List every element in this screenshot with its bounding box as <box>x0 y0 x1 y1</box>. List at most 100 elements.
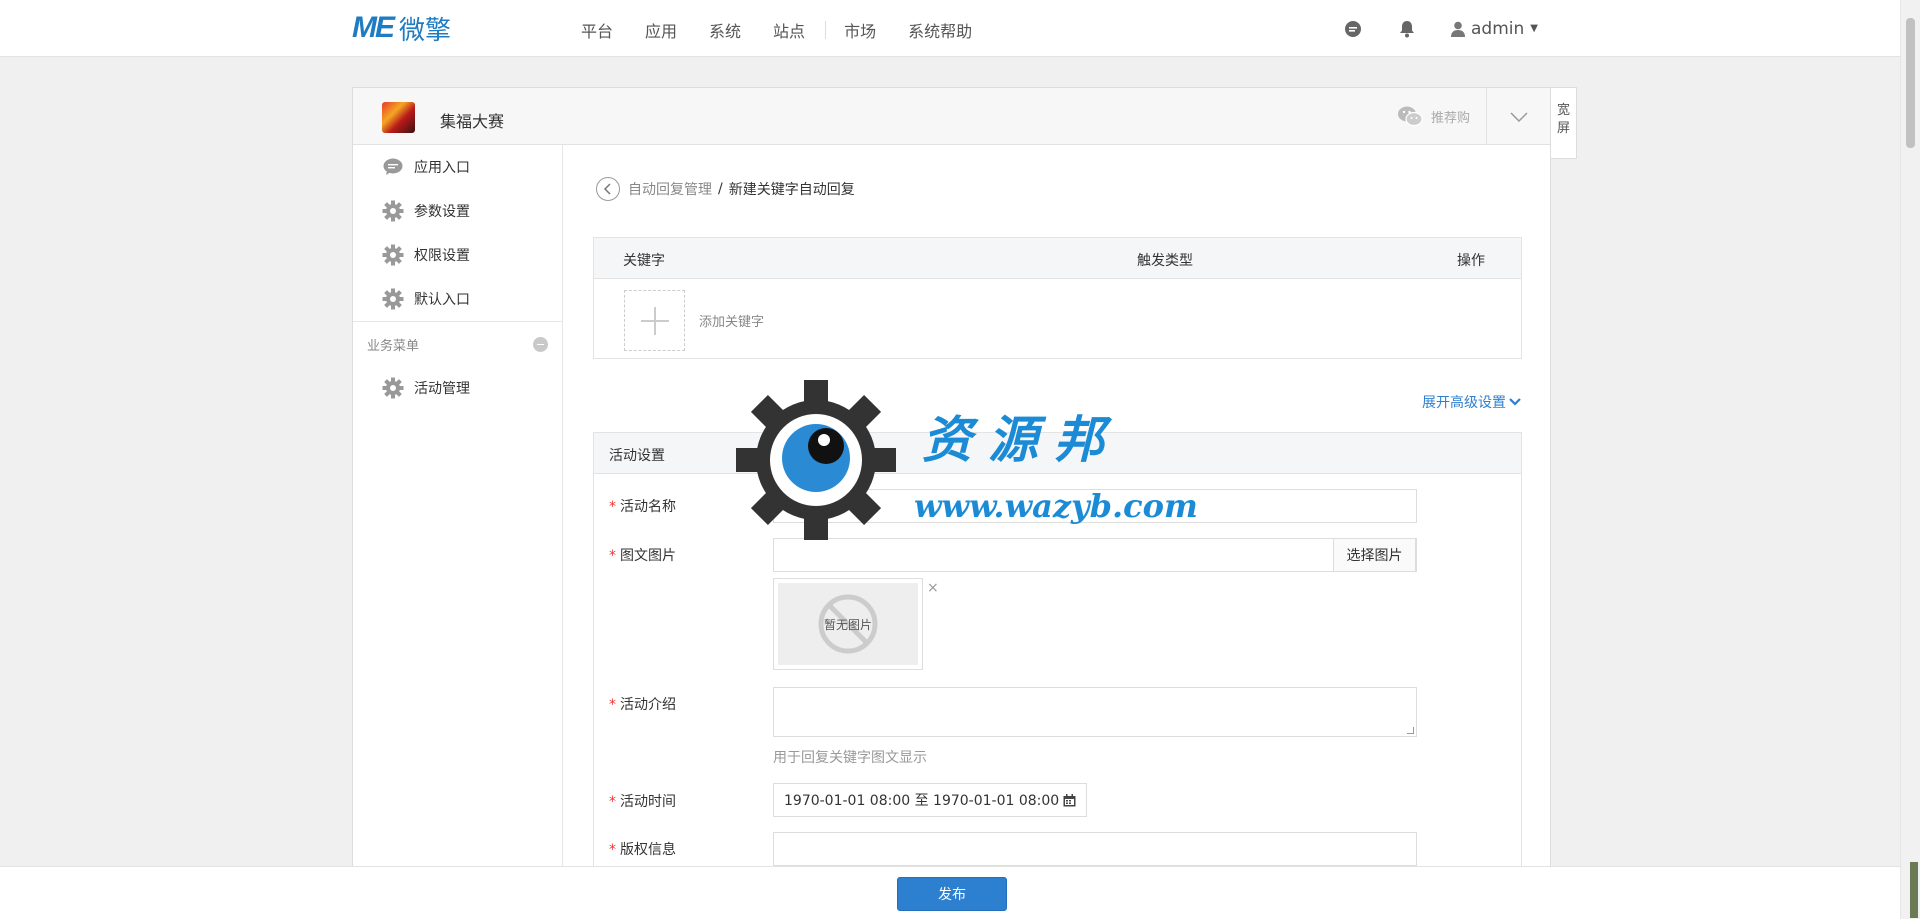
nav-divider <box>825 21 827 39</box>
advanced-settings-label: 展开高级设置 <box>1422 395 1506 411</box>
breadcrumb-separator: / <box>718 181 723 197</box>
main-nav: 平台 应用 系统 站点 市场 系统帮助 <box>581 18 1004 42</box>
sidebar-item-default-entry[interactable]: 默认入口 <box>353 277 562 321</box>
top-navbar: ME 微擎 平台 应用 系统 站点 市场 系统帮助 admin ▼ <box>0 0 1900 57</box>
no-image-text: 暂无图片 <box>823 617 872 632</box>
activity-name-label: * 活动名称 <box>609 496 676 516</box>
sidebar-group-label: 业务菜单 <box>367 338 420 354</box>
nav-system[interactable]: 系统 <box>709 18 741 42</box>
label-text: 活动名称 <box>620 499 676 515</box>
column-keyword: 关键字 <box>623 253 665 269</box>
advanced-settings-toggle[interactable]: 展开高级设置 <box>1422 392 1521 412</box>
gear-icon <box>382 200 404 222</box>
nav-platform[interactable]: 平台 <box>581 18 613 42</box>
message-icon[interactable] <box>1343 19 1363 39</box>
gear-icon <box>382 377 404 399</box>
add-keyword-label[interactable]: 添加关键字 <box>699 311 764 330</box>
label-text: 版权信息 <box>620 842 676 858</box>
nav-market[interactable]: 市场 <box>844 18 876 42</box>
wide-screen-button[interactable]: 宽屏 <box>1551 87 1577 159</box>
sidebar-item-activity-manage[interactable]: 活动管理 <box>353 366 562 410</box>
activity-name-input[interactable] <box>773 489 1417 523</box>
gear-icon <box>382 288 404 310</box>
activity-settings: 活动设置 * 活动名称 * 图文图片 选择图片 暂无图片 × * 活动介绍 用于… <box>593 432 1522 918</box>
nav-help[interactable]: 系统帮助 <box>908 18 972 42</box>
user-menu[interactable]: admin ▼ <box>1451 19 1538 39</box>
nav-apps[interactable]: 应用 <box>645 18 677 42</box>
breadcrumb-current: 新建关键字自动回复 <box>728 182 855 198</box>
required-mark: * <box>609 697 616 713</box>
required-mark: * <box>609 548 616 564</box>
sidebar-item-label: 默认入口 <box>414 292 470 308</box>
plus-icon <box>640 306 669 335</box>
wechat-icon <box>1398 106 1423 127</box>
scrollbar-thumb[interactable] <box>1906 18 1915 148</box>
cover-image-input[interactable]: 选择图片 <box>773 538 1417 572</box>
activity-intro-label: * 活动介绍 <box>609 694 676 714</box>
main-panel: 集福大赛 推荐购 应用入口 参数设置 权限设置 默认入口 业务菜单 活动管理 自… <box>352 87 1551 919</box>
required-mark: * <box>609 794 616 810</box>
top-right-tools: admin ▼ <box>1343 0 1900 57</box>
content-area: 自动回复管理 / 新建关键字自动回复 关键字 触发类型 操作 添加关键字 展开高… <box>564 145 1550 918</box>
activity-intro-hint: 用于回复关键字图文显示 <box>773 750 927 766</box>
copyright-label: * 版权信息 <box>609 839 676 859</box>
vertical-scrollbar[interactable] <box>1900 0 1920 919</box>
select-image-button[interactable]: 选择图片 <box>1333 538 1416 572</box>
cover-image-label: * 图文图片 <box>609 545 676 565</box>
label-text: 活动时间 <box>620 794 676 810</box>
header-expand-toggle[interactable] <box>1486 88 1550 145</box>
activity-time-label: * 活动时间 <box>609 791 676 811</box>
sidebar-item-label: 权限设置 <box>414 248 470 264</box>
breadcrumb: 自动回复管理 / 新建关键字自动回复 <box>596 177 855 201</box>
chevron-down-icon <box>1509 398 1521 406</box>
sidebar: 应用入口 参数设置 权限设置 默认入口 业务菜单 活动管理 <box>353 145 563 918</box>
app-thumbnail <box>382 102 415 133</box>
publish-button[interactable]: 发布 <box>897 877 1007 911</box>
keyword-table: 关键字 触发类型 操作 添加关键字 <box>593 237 1522 359</box>
promo-label: 推荐购 <box>1431 110 1471 126</box>
required-mark: * <box>609 842 616 858</box>
image-preview: 暂无图片 <box>773 578 923 670</box>
chevron-down-icon: ▼ <box>1530 23 1538 34</box>
logo-text: 微擎 <box>399 15 452 46</box>
collapse-icon[interactable] <box>533 336 548 352</box>
sidebar-item-app-entry[interactable]: 应用入口 <box>353 145 562 189</box>
app-header: 集福大赛 推荐购 <box>353 88 1550 145</box>
copyright-input[interactable] <box>773 832 1417 866</box>
username: admin <box>1471 18 1525 39</box>
footer-bar: 发布 <box>0 866 1900 919</box>
keyword-table-header: 关键字 触发类型 操作 <box>594 238 1521 279</box>
gear-icon <box>382 244 404 266</box>
activity-settings-title: 活动设置 <box>594 433 1521 474</box>
label-text: 图文图片 <box>620 548 676 564</box>
add-keyword-button[interactable] <box>624 290 685 351</box>
sidebar-item-label: 参数设置 <box>414 204 470 220</box>
calendar-icon <box>1063 793 1076 806</box>
promo-link[interactable]: 推荐购 <box>1397 105 1470 127</box>
sidebar-item-permissions[interactable]: 权限设置 <box>353 233 562 277</box>
sidebar-item-label: 活动管理 <box>414 381 470 397</box>
nav-site[interactable]: 站点 <box>773 18 805 42</box>
corner-widget <box>1910 862 1918 918</box>
sidebar-item-label: 应用入口 <box>414 160 470 176</box>
required-mark: * <box>609 499 616 515</box>
label-text: 活动介绍 <box>620 697 676 713</box>
user-icon <box>1451 21 1466 37</box>
logo-mark: ME <box>352 11 395 44</box>
app-name: 集福大赛 <box>440 112 505 131</box>
sidebar-item-params[interactable]: 参数设置 <box>353 189 562 233</box>
back-arrow-icon[interactable] <box>596 177 620 201</box>
column-actions: 操作 <box>1457 253 1485 269</box>
breadcrumb-parent[interactable]: 自动回复管理 <box>628 179 712 199</box>
column-trigger-type: 触发类型 <box>1137 253 1193 269</box>
bell-icon[interactable] <box>1397 19 1417 39</box>
activity-intro-textarea[interactable] <box>773 687 1417 737</box>
chat-icon <box>382 156 404 178</box>
chevron-down-icon <box>1509 111 1528 122</box>
sidebar-group-business[interactable]: 业务菜单 <box>353 322 562 366</box>
activity-time-picker[interactable]: 1970-01-01 08:00 至 1970-01-01 08:00 <box>773 783 1088 817</box>
logo[interactable]: ME 微擎 <box>352 11 452 46</box>
remove-image-button[interactable]: × <box>927 580 939 596</box>
activity-time-value: 1970-01-01 08:00 至 1970-01-01 08:00 <box>784 793 1060 809</box>
no-image-placeholder: 暂无图片 <box>778 583 918 665</box>
